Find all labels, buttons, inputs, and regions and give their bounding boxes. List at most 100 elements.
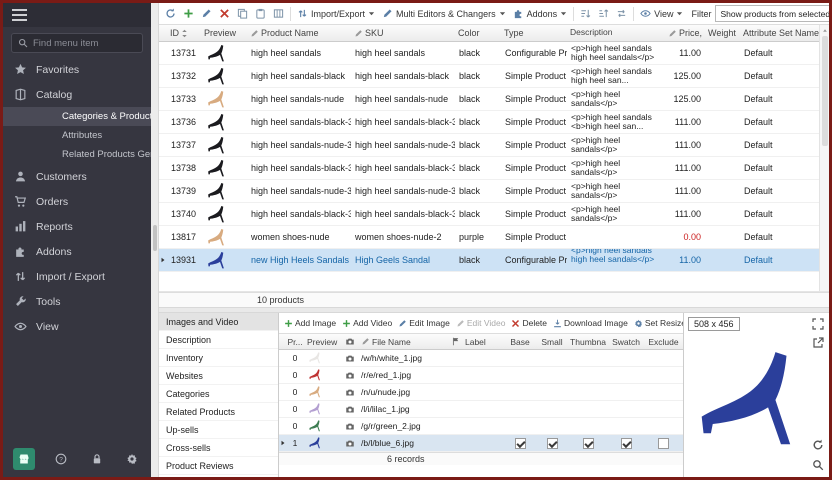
scrollbar-thumb[interactable]	[822, 36, 828, 146]
tab-up-sells[interactable]: Up-sells	[159, 421, 278, 439]
col-camera[interactable]	[342, 334, 358, 349]
menu-search-input[interactable]	[33, 38, 136, 49]
sidebar-item-tools[interactable]: Tools	[3, 289, 151, 314]
image-row[interactable]: 0 /r/e/red_1.jpg	[279, 367, 683, 384]
base-checkbox[interactable]	[515, 438, 526, 449]
col-id[interactable]: ID	[167, 25, 201, 41]
image-row[interactable]: 0 /g/r/green_2.jpg	[279, 418, 683, 435]
col-file-name[interactable]: File Name	[358, 334, 450, 349]
image-row[interactable]: 0 /l/i/lilac_1.jpg	[279, 401, 683, 418]
col-flag[interactable]	[450, 334, 462, 349]
swatch-checkbox[interactable]	[621, 438, 632, 449]
tab-cross-sells[interactable]: Cross-sells	[159, 439, 278, 457]
edit-video-button[interactable]: Edit Video	[453, 317, 509, 329]
product-row[interactable]: 13733 high heel sandals-nude high heel s…	[159, 88, 819, 111]
edit-image-button[interactable]: Edit Image	[395, 317, 453, 329]
hamburger-menu-icon[interactable]	[12, 6, 27, 24]
add-image-button[interactable]: Add Image	[281, 317, 339, 329]
sidebar-item-reports[interactable]: Reports	[3, 214, 151, 239]
settings-button[interactable]	[123, 450, 141, 468]
product-row[interactable]: 13740 high heel sandals-black-38 high he…	[159, 203, 819, 226]
col-exclude[interactable]: Exclude	[644, 334, 683, 349]
product-row[interactable]: 13738 high heel sandals-black-37 high he…	[159, 157, 819, 180]
tab-images-and-video[interactable]: Images and Video	[159, 313, 278, 331]
sidebar-item-customers[interactable]: Customers	[3, 164, 151, 189]
columns-button[interactable]	[270, 6, 287, 21]
product-row[interactable]: 13739 high heel sandals-nude-37 high hee…	[159, 180, 819, 203]
swap-columns-button[interactable]	[613, 6, 630, 21]
product-row[interactable]: 13732 high heel sandals-black high heel …	[159, 65, 819, 88]
col-weight[interactable]: Weight	[705, 25, 740, 41]
refresh-button[interactable]	[162, 6, 179, 21]
tab-related-products[interactable]: Related Products	[159, 403, 278, 421]
sidebar-item-addons[interactable]: Addons	[3, 239, 151, 264]
col-description[interactable]: Description	[567, 25, 665, 41]
product-row[interactable]: 13731 high heel sandals high heel sandal…	[159, 42, 819, 65]
copy-button[interactable]	[234, 6, 251, 21]
delete-image-button[interactable]: Delete	[508, 317, 550, 329]
fullscreen-button[interactable]	[810, 316, 826, 332]
product-row[interactable]: 13736 high heel sandals-black-36 high he…	[159, 111, 819, 134]
col-preview[interactable]: Preview	[201, 25, 247, 41]
add-video-button[interactable]: Add Video	[339, 317, 395, 329]
delete-product-button[interactable]	[216, 6, 233, 21]
product-row[interactable]: 13737 high heel sandals-nude-36 high hee…	[159, 134, 819, 157]
image-row[interactable]: 1 /b/l/blue_6.jpg	[279, 435, 683, 452]
sidebar-item-attributes[interactable]: Attributes	[3, 126, 151, 145]
col-color[interactable]: Color	[455, 25, 501, 41]
col-attribute-set[interactable]: Attribute Set Name	[740, 25, 819, 41]
refresh-preview-button[interactable]	[810, 437, 826, 453]
col-position[interactable]: Pr...	[286, 334, 304, 349]
col-thumbnail[interactable]: Thumbna	[568, 334, 608, 349]
product-row[interactable]: 13931 new High Heels Sandals High Geels …	[159, 249, 819, 272]
view-menu-button[interactable]: View	[637, 6, 686, 21]
sidebar-item-related-products-generator[interactable]: Related Products Generator	[3, 145, 151, 164]
tab-websites[interactable]: Websites	[159, 367, 278, 385]
exclude-checkbox[interactable]	[658, 438, 669, 449]
col-sku[interactable]: SKU	[351, 25, 455, 41]
small-checkbox[interactable]	[547, 438, 558, 449]
import-export-menu[interactable]: Import/Export	[294, 6, 378, 21]
sidebar-item-view[interactable]: View	[3, 314, 151, 339]
edit-product-button[interactable]	[198, 6, 215, 21]
lock-button[interactable]	[88, 450, 106, 468]
col-preview[interactable]: Preview	[304, 334, 342, 349]
sort-asc-button[interactable]	[577, 6, 594, 21]
tab-description[interactable]: Description	[159, 331, 278, 349]
download-image-button[interactable]: Download Image	[550, 317, 631, 329]
zoom-button[interactable]	[810, 457, 826, 473]
col-label[interactable]: Label	[462, 334, 504, 349]
tab-inventory[interactable]: Inventory	[159, 349, 278, 367]
sidebar-splitter[interactable]	[151, 3, 159, 477]
sidebar-item-catalog[interactable]: Catalog	[3, 82, 151, 107]
scroll-up-icon[interactable]	[822, 28, 828, 33]
open-external-button[interactable]	[810, 335, 826, 351]
help-button[interactable]: ?	[52, 450, 70, 468]
sidebar-item-orders[interactable]: Orders	[3, 189, 151, 214]
thumbnail-checkbox[interactable]	[583, 438, 594, 449]
col-base[interactable]: Base	[504, 334, 536, 349]
col-price[interactable]: Price,	[665, 25, 705, 41]
image-row[interactable]: 0 /n/u/nude.jpg	[279, 384, 683, 401]
multi-editors-menu[interactable]: Multi Editors & Changers	[379, 6, 509, 21]
col-small[interactable]: Small	[536, 334, 568, 349]
tab-categories[interactable]: Categories	[159, 385, 278, 403]
col-product-name[interactable]: Product Name	[247, 25, 351, 41]
paste-button[interactable]	[252, 6, 269, 21]
product-row[interactable]: 13817 women shoes-nude women shoes-nude-…	[159, 226, 819, 249]
set-resize-rule-button[interactable]: Set Resize Rule	[631, 317, 683, 329]
image-row[interactable]: 0 /w/h/white_1.jpg	[279, 350, 683, 367]
sidebar-item-import-export[interactable]: Import / Export	[3, 264, 151, 289]
col-swatch[interactable]: Swatch	[608, 334, 644, 349]
category-filter-select[interactable]: Show products from selected categories	[715, 5, 829, 22]
sort-desc-button[interactable]	[595, 6, 612, 21]
addons-menu[interactable]: Addons	[510, 6, 571, 21]
col-type[interactable]: Type	[501, 25, 567, 41]
vertical-scrollbar[interactable]	[819, 25, 829, 291]
sidebar-item-favorites[interactable]: Favorites	[3, 57, 151, 82]
add-product-button[interactable]	[180, 6, 197, 21]
store-button[interactable]	[13, 448, 35, 470]
sidebar-item-categories-products[interactable]: Categories & Products	[3, 107, 151, 126]
tab-product-reviews[interactable]: Product Reviews	[159, 457, 278, 475]
splitter-grip[interactable]	[153, 225, 157, 251]
